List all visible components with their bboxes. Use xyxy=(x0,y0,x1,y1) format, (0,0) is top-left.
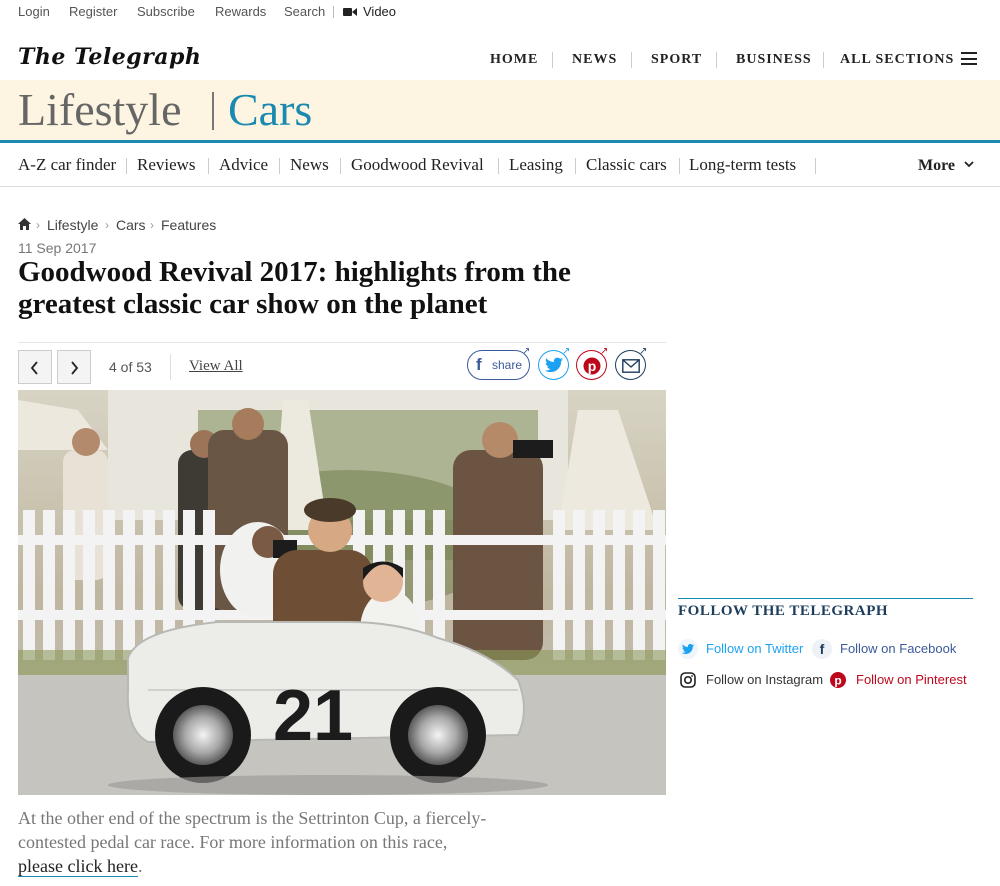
nav-divider xyxy=(552,52,553,68)
subnav-item-advice[interactable]: Advice xyxy=(219,155,268,175)
gallery-counter: 4 of 53 xyxy=(109,359,152,375)
hamburger-menu-icon[interactable] xyxy=(961,52,977,65)
subnav-divider xyxy=(208,158,209,174)
telegraph-logo[interactable]: The Telegraph xyxy=(18,44,201,70)
section-title-cars[interactable]: Cars xyxy=(228,83,312,136)
follow-instagram-label: Follow on Instagram xyxy=(706,672,824,687)
home-icon[interactable] xyxy=(18,218,31,230)
subnav-item-az-car-finder[interactable]: A-Z car finder xyxy=(18,155,116,175)
gallery-prev-button[interactable] xyxy=(18,350,52,384)
external-arrow-icon: ↗ xyxy=(562,346,571,357)
subnav-item-reviews[interactable]: Reviews xyxy=(137,155,196,175)
banner-divider xyxy=(212,92,214,130)
envelope-icon xyxy=(622,359,640,373)
svg-text:p: p xyxy=(588,358,597,374)
masthead: The Telegraph HOME NEWS SPORT BUSINESS A… xyxy=(0,38,1000,80)
photo-caption: At the other end of the spectrum is the … xyxy=(18,806,488,878)
subnav-item-news[interactable]: News xyxy=(290,155,329,175)
pinterest-icon: p xyxy=(830,672,846,688)
subnav-divider xyxy=(340,158,341,174)
chevron-right-icon xyxy=(71,361,79,375)
chevron-down-icon[interactable] xyxy=(964,160,974,168)
view-all-link[interactable]: View All xyxy=(189,358,243,375)
nav-divider xyxy=(716,52,717,68)
nav-divider xyxy=(631,52,632,68)
breadcrumb-separator: › xyxy=(105,218,109,232)
register-link[interactable]: Register xyxy=(69,4,117,19)
subnav-item-leasing[interactable]: Leasing xyxy=(509,155,563,175)
external-arrow-icon: ↗ xyxy=(600,346,609,357)
pinterest-icon: p xyxy=(583,357,601,375)
video-link[interactable]: Video xyxy=(363,4,396,19)
search-link[interactable]: Search xyxy=(284,4,325,19)
utility-bar: Login Register Subscribe Rewards Search … xyxy=(0,0,1000,24)
follow-title: FOLLOW THE TELEGRAPH xyxy=(678,603,889,619)
follow-pinterest-label: Follow on Pinterest xyxy=(856,672,967,687)
gallery-next-button[interactable] xyxy=(57,350,91,384)
login-link[interactable]: Login xyxy=(18,4,50,19)
subnav-item-long-term-tests[interactable]: Long-term tests xyxy=(689,155,796,175)
subscribe-link[interactable]: Subscribe xyxy=(137,4,195,19)
cars-subnav: A-Z car finder Reviews Advice News Goodw… xyxy=(0,143,1000,187)
caption-link[interactable]: please click here xyxy=(18,856,138,877)
subnav-item-goodwood-revival[interactable]: Goodwood Revival xyxy=(351,155,484,175)
twitter-icon xyxy=(678,639,698,659)
subnav-divider xyxy=(575,158,576,174)
subnav-divider xyxy=(815,158,816,174)
controls-divider xyxy=(18,342,666,343)
breadcrumb-lifestyle[interactable]: Lifestyle xyxy=(47,217,98,233)
subnav-divider xyxy=(126,158,127,174)
nav-sport[interactable]: SPORT xyxy=(651,52,702,68)
share-label: share xyxy=(492,358,523,372)
external-arrow-icon: ↗ xyxy=(522,346,531,357)
gallery-photo[interactable]: 21 xyxy=(18,390,666,795)
breadcrumb-separator: › xyxy=(36,218,40,232)
subnav-divider xyxy=(679,158,680,174)
caption-end: . xyxy=(137,856,143,876)
follow-the-telegraph: FOLLOW THE TELEGRAPH Follow on Twitter f… xyxy=(678,598,973,688)
facebook-share-button[interactable]: f share xyxy=(467,350,530,380)
util-divider xyxy=(333,6,334,18)
nav-divider xyxy=(823,52,824,68)
car-number-label: 21 xyxy=(273,676,353,756)
subnav-more-button[interactable]: More xyxy=(918,157,955,175)
follow-twitter-label: Follow on Twitter xyxy=(706,641,804,656)
svg-text:p: p xyxy=(834,674,841,688)
video-camera-icon[interactable] xyxy=(343,8,357,16)
article-date: 11 Sep 2017 xyxy=(18,240,97,256)
nav-home[interactable]: HOME xyxy=(490,52,538,68)
pedal-car-photo: 21 xyxy=(18,390,666,795)
rewards-link[interactable]: Rewards xyxy=(215,4,266,19)
svg-text:f: f xyxy=(820,641,825,657)
subnav-item-classic-cars[interactable]: Classic cars xyxy=(586,155,667,175)
nav-business[interactable]: BUSINESS xyxy=(736,52,812,68)
caption-text: At the other end of the spectrum is the … xyxy=(18,808,487,852)
facebook-icon: f xyxy=(476,355,482,374)
chevron-left-icon xyxy=(30,361,38,375)
instagram-icon xyxy=(680,672,696,688)
controls-separator xyxy=(170,354,171,380)
breadcrumb-cars[interactable]: Cars xyxy=(116,217,146,233)
section-title-lifestyle[interactable]: Lifestyle xyxy=(18,83,182,136)
twitter-icon xyxy=(545,357,563,373)
nav-all-sections[interactable]: ALL SECTIONS xyxy=(840,52,954,68)
article-headline: Goodwood Revival 2017: highlights from t… xyxy=(18,256,571,320)
section-banner: Lifestyle Cars xyxy=(0,80,1000,140)
breadcrumb-features[interactable]: Features xyxy=(161,217,216,233)
subnav-divider xyxy=(498,158,499,174)
follow-facebook-label: Follow on Facebook xyxy=(840,641,957,656)
external-arrow-icon: ↗ xyxy=(639,346,648,357)
nav-news[interactable]: NEWS xyxy=(572,52,617,68)
breadcrumb-separator: › xyxy=(150,218,154,232)
subnav-divider xyxy=(279,158,280,174)
facebook-icon: f xyxy=(812,639,832,659)
